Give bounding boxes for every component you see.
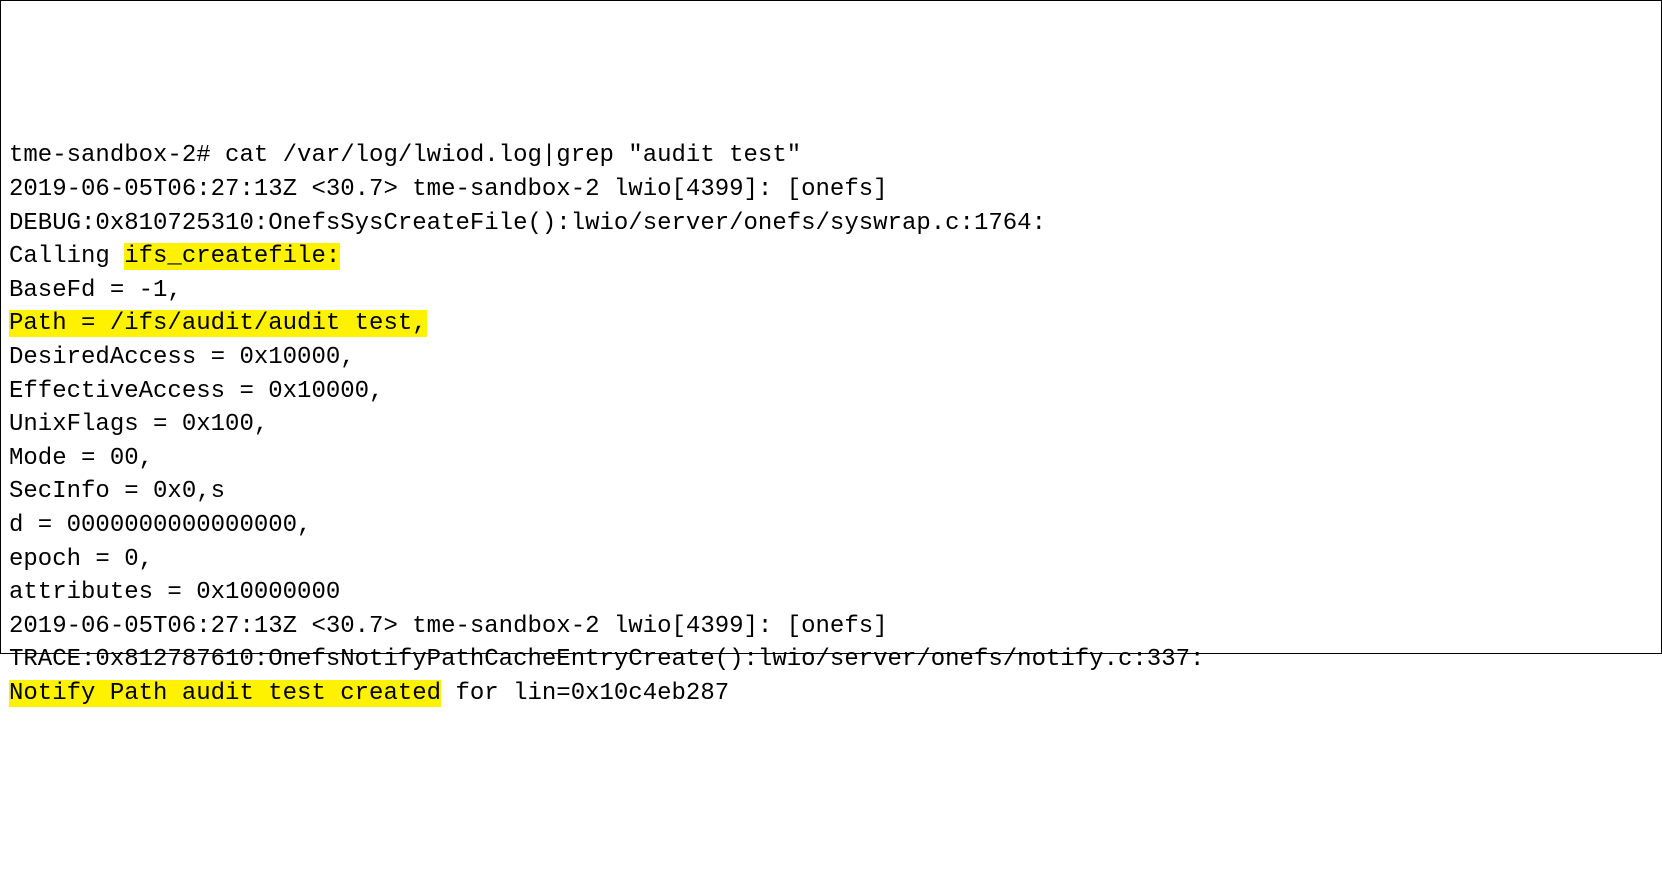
terminal-text: UnixFlags = 0x100, bbox=[9, 411, 268, 438]
terminal-line: TRACE:0x812787610:OnefsNotifyPathCacheEn… bbox=[9, 643, 1653, 677]
terminal-line: 2019-06-05T06:27:13Z <30.7> tme-sandbox-… bbox=[9, 173, 1653, 207]
terminal-text: TRACE:0x812787610:OnefsNotifyPathCacheEn… bbox=[9, 646, 1219, 673]
terminal-text: epoch = 0, bbox=[9, 546, 153, 573]
terminal-line: d = 0000000000000000, bbox=[9, 509, 1653, 543]
terminal-text: DesiredAccess = 0x10000, bbox=[9, 344, 355, 371]
terminal-text: SecInfo = 0x0,s bbox=[9, 478, 225, 505]
terminal-text: tme-sandbox-2# cat /var/log/lwiod.log|gr… bbox=[9, 142, 801, 169]
terminal-line: BaseFd = -1, bbox=[9, 274, 1653, 308]
terminal-text bbox=[340, 243, 354, 270]
terminal-line: epoch = 0, bbox=[9, 543, 1653, 577]
terminal-text: EffectiveAccess = 0x10000, bbox=[9, 378, 398, 405]
terminal-line: Notify Path audit test created for lin=0… bbox=[9, 677, 1653, 711]
terminal-line: 2019-06-05T06:27:13Z <30.7> tme-sandbox-… bbox=[9, 610, 1653, 644]
terminal-line: Calling ifs_createfile: bbox=[9, 240, 1653, 274]
terminal-line: DEBUG:0x810725310:OnefsSysCreateFile():l… bbox=[9, 207, 1653, 241]
highlight-text: Notify Path audit test created bbox=[9, 680, 441, 707]
terminal-text: d = 0000000000000000, bbox=[9, 512, 326, 539]
terminal-output: tme-sandbox-2# cat /var/log/lwiod.log|gr… bbox=[9, 139, 1653, 710]
terminal-text: attributes = 0x10000000 bbox=[9, 579, 340, 606]
terminal-line: SecInfo = 0x0,s bbox=[9, 475, 1653, 509]
terminal-line: attributes = 0x10000000 bbox=[9, 576, 1653, 610]
terminal-text: Mode = 00, bbox=[9, 445, 153, 472]
terminal-line: tme-sandbox-2# cat /var/log/lwiod.log|gr… bbox=[9, 139, 1653, 173]
terminal-text: 2019-06-05T06:27:13Z <30.7> tme-sandbox-… bbox=[9, 176, 902, 203]
terminal-text: 2019-06-05T06:27:13Z <30.7> tme-sandbox-… bbox=[9, 613, 902, 640]
terminal-line: Path = /ifs/audit/audit test, bbox=[9, 307, 1653, 341]
terminal-text: BaseFd = -1, bbox=[9, 277, 182, 304]
highlight-text: ifs_createfile: bbox=[124, 243, 340, 270]
terminal-line: DesiredAccess = 0x10000, bbox=[9, 341, 1653, 375]
terminal-text: Calling bbox=[9, 243, 124, 270]
terminal-text: for lin=0x10c4eb287 bbox=[441, 680, 729, 707]
terminal-line: EffectiveAccess = 0x10000, bbox=[9, 375, 1653, 409]
terminal-line: Mode = 00, bbox=[9, 442, 1653, 476]
terminal-text: DEBUG:0x810725310:OnefsSysCreateFile():l… bbox=[9, 210, 1060, 237]
highlight-text: Path = /ifs/audit/audit test, bbox=[9, 310, 427, 337]
terminal-line: UnixFlags = 0x100, bbox=[9, 408, 1653, 442]
